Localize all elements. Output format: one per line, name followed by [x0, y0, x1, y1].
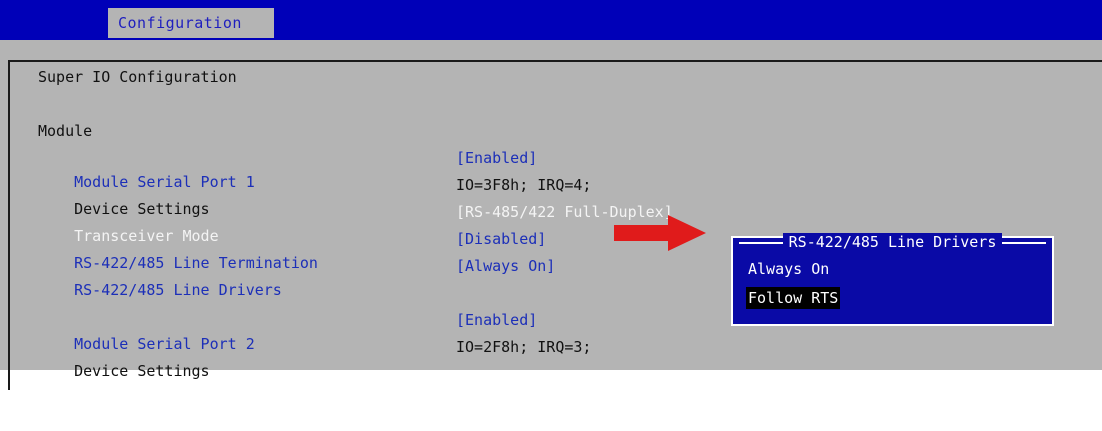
device-settings-1-value: IO=3F8h; IRQ=4; [456, 176, 592, 194]
page-title: Super IO Configuration [38, 68, 237, 86]
line-drivers-label: RS-422/485 Line Drivers [74, 281, 282, 299]
red-arrow-icon [612, 213, 708, 257]
setting-row-device-settings-2: Device Settings IO=2F8h; IRQ=3; [38, 335, 591, 380]
serial-port-2-value[interactable]: [Enabled] [456, 308, 537, 332]
serial-port-1-value[interactable]: [Enabled] [456, 146, 537, 170]
setting-row-line-drivers[interactable]: RS-422/485 Line Drivers [Always On] [38, 254, 555, 299]
line-drivers-popup: RS-422/485 Line Drivers Always On Follow… [731, 233, 1054, 326]
setting-row-transceiver-mode: Transceiver Mode [RS-485/422 Full-Duplex… [38, 200, 673, 245]
device-settings-2-value: IO=2F8h; IRQ=3; [456, 338, 592, 356]
tab-configuration[interactable]: Configuration [108, 8, 274, 38]
section-module-label: Module [38, 122, 93, 140]
device-settings-2-label: Device Settings [74, 362, 210, 380]
popup-option-follow-rts[interactable]: Follow RTS [746, 287, 841, 309]
top-menu-bar: Configuration [0, 0, 1102, 40]
popup-title: RS-422/485 Line Drivers [782, 233, 1003, 251]
setting-row-serial-port-1[interactable]: Module Serial Port 1 [Enabled] [38, 146, 537, 191]
setting-row-serial-port-2[interactable]: Module Serial Port 2 [Enabled] [38, 308, 537, 353]
setting-row-line-termination[interactable]: RS-422/485 Line Termination [Disabled] [38, 227, 546, 272]
line-drivers-value[interactable]: [Always On] [456, 254, 555, 278]
line-termination-value[interactable]: [Disabled] [456, 227, 546, 251]
setting-row-device-settings-1: Device Settings IO=3F8h; IRQ=4; [38, 173, 591, 218]
popup-title-wrapper: RS-422/485 Line Drivers [731, 233, 1054, 251]
popup-option-always-on[interactable]: Always On [748, 258, 829, 280]
